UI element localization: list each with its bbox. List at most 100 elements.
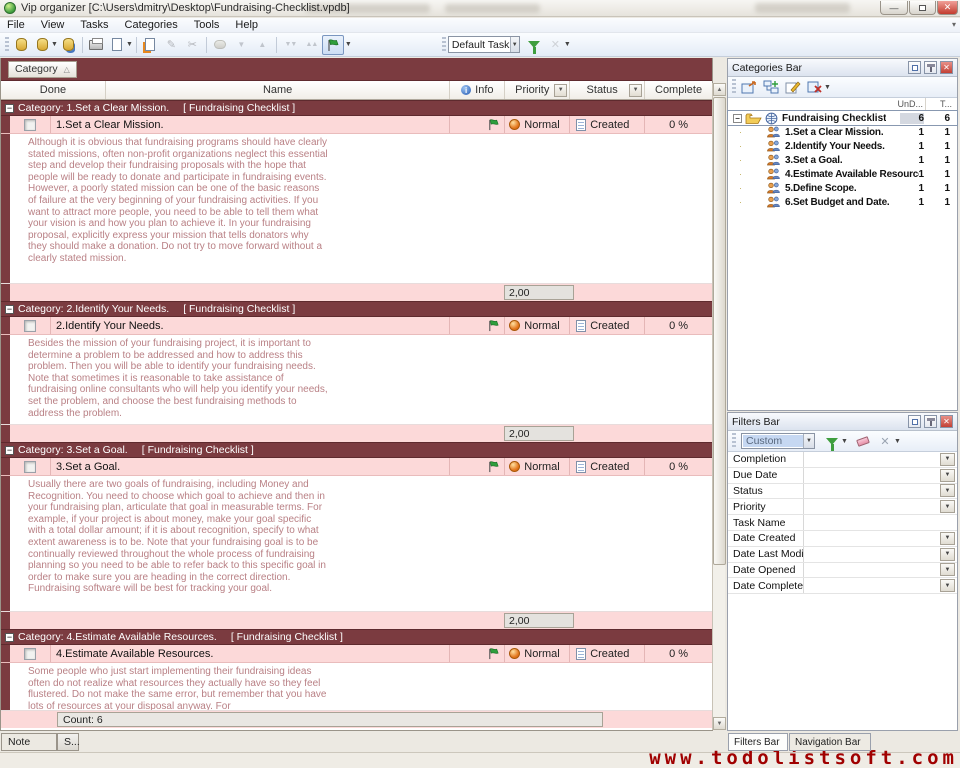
new-database-button[interactable] <box>32 35 53 55</box>
tab-navigation-bar[interactable]: Navigation Bar <box>789 733 871 751</box>
save-database-button[interactable] <box>58 35 79 55</box>
delete-task-button[interactable]: ✂ <box>182 35 203 55</box>
task-row[interactable]: 3.Set a Goal. Normal Created 0 % <box>1 458 712 476</box>
remove-filter-button[interactable]: ✕ <box>874 432 896 450</box>
tree-connector <box>740 132 766 133</box>
collapse-icon[interactable]: − <box>5 633 14 642</box>
print-preview-button[interactable] <box>107 35 128 55</box>
minimize-button[interactable]: — <box>880 1 908 15</box>
tree-item-row[interactable]: 2.Identify Your Needs. 1 1 <box>728 139 957 153</box>
menubar-overflow-icon[interactable]: ▾ <box>952 20 956 29</box>
clear-filter-button[interactable] <box>852 432 874 450</box>
undone-column-header[interactable]: UnD... <box>728 98 926 110</box>
task-checkbox[interactable] <box>24 119 36 131</box>
status-filter-dropdown[interactable]: ▼ <box>629 84 642 97</box>
scroll-down-icon[interactable]: ▼ <box>713 717 726 730</box>
menu-tasks[interactable]: Tasks <box>80 19 108 31</box>
collapse-icon[interactable]: − <box>5 446 14 455</box>
filter-dropdown-button[interactable]: ▼ <box>940 484 955 497</box>
close-button[interactable]: ✕ <box>937 1 958 15</box>
move-down-button[interactable]: ▼ <box>231 35 252 55</box>
filter-dropdown-button[interactable]: ▼ <box>940 548 955 561</box>
menu-categories[interactable]: Categories <box>125 19 178 31</box>
apply-filter-button[interactable] <box>821 432 843 450</box>
scrollbar-thumb[interactable] <box>713 97 726 565</box>
tree-item-row[interactable]: 6.Set Budget and Date. 1 1 <box>728 195 957 209</box>
tree-item-row[interactable]: 3.Set a Goal. 1 1 <box>728 153 957 167</box>
filter-dropdown-button[interactable]: ▼ <box>940 500 955 513</box>
scroll-up-icon[interactable]: ▲ <box>713 83 726 96</box>
menu-tools[interactable]: Tools <box>194 19 220 31</box>
task-checkbox[interactable] <box>24 648 36 660</box>
task-view-flag-button[interactable] <box>322 35 344 55</box>
filter-dropdown-button[interactable]: ▼ <box>940 469 955 482</box>
move-up-button[interactable]: ▲ <box>252 35 273 55</box>
task-view-combobox[interactable]: Default Task V ▼ <box>448 36 520 53</box>
menu-file[interactable]: File <box>7 19 25 31</box>
flag-dropdown-icon[interactable]: ▼ <box>345 41 352 48</box>
category-group-header[interactable]: − Category: 3.Set a Goal. [ Fundraising … <box>1 442 712 458</box>
complete-task-button[interactable] <box>210 35 231 55</box>
category-group-header[interactable]: − Category: 4.Estimate Available Resourc… <box>1 629 712 645</box>
tree-item-row[interactable]: 4.Estimate Available Resource 1 1 <box>728 167 957 181</box>
edit-category-button[interactable] <box>782 78 804 96</box>
filter-dropdown-button[interactable]: ▼ <box>940 453 955 466</box>
column-header-name[interactable]: Name <box>106 81 451 99</box>
column-header-priority[interactable]: Priority▼ <box>505 81 570 99</box>
group-by-category-button[interactable]: Category △ <box>8 61 77 78</box>
column-header-done[interactable]: Done <box>1 81 106 99</box>
clear-view-button[interactable]: ✕ <box>545 35 566 55</box>
panel-restore-button[interactable] <box>908 415 921 428</box>
tab-filters-bar[interactable]: Filters Bar <box>728 733 788 751</box>
add-category-button[interactable] <box>738 78 760 96</box>
panel-close-button[interactable]: ✕ <box>940 415 953 428</box>
add-subcategory-button[interactable] <box>760 78 782 96</box>
priority-filter-dropdown[interactable]: ▼ <box>554 84 567 97</box>
task-checkbox[interactable] <box>24 461 36 473</box>
panel-pin-button[interactable] <box>924 61 937 74</box>
filter-dropdown-button[interactable]: ▼ <box>940 532 955 545</box>
panel-pin-button[interactable] <box>924 415 937 428</box>
task-row[interactable]: 1.Set a Clear Mission. Normal Created 0 … <box>1 116 712 134</box>
tree-item-row[interactable]: 5.Define Scope. 1 1 <box>728 181 957 195</box>
tab-note[interactable]: Note <box>1 733 57 751</box>
column-header-info[interactable]: iInfo <box>450 81 505 99</box>
filter-field-label: Date Opened <box>728 563 804 578</box>
task-checkbox[interactable] <box>24 320 36 332</box>
panel-restore-button[interactable] <box>908 61 921 74</box>
collapse-icon[interactable]: − <box>5 104 14 113</box>
panel-close-button[interactable]: ✕ <box>940 61 953 74</box>
collapse-icon[interactable]: − <box>5 305 14 314</box>
edit-task-button[interactable]: ✎ <box>161 35 182 55</box>
combo-dropdown-icon[interactable]: ▼ <box>510 37 519 52</box>
filter-dropdown-button[interactable]: ▼ <box>940 579 955 592</box>
filters-toolbar-overflow-icon[interactable]: ▼ <box>894 438 901 445</box>
print-button[interactable] <box>86 35 107 55</box>
column-header-status[interactable]: Status▼ <box>570 81 645 99</box>
menu-view[interactable]: View <box>41 19 65 31</box>
menu-help[interactable]: Help <box>235 19 258 31</box>
tab-spreadsheet[interactable]: S... <box>57 733 79 751</box>
column-header-complete[interactable]: Complete <box>645 81 712 99</box>
tree-root-row[interactable]: − Fundraising Checklist 6 6 <box>728 111 957 125</box>
task-row[interactable]: 4.Estimate Available Resources. Normal C… <box>1 645 712 663</box>
filter-dropdown-button[interactable]: ▼ <box>940 563 955 576</box>
combo-dropdown-icon[interactable]: ▼ <box>803 434 814 448</box>
restore-button[interactable] <box>909 1 936 15</box>
filter-preset-combobox[interactable]: Custom ▼ <box>741 433 815 449</box>
move-top-button[interactable]: ▲▲ <box>301 35 322 55</box>
grid-vertical-scrollbar[interactable]: ▲ ▼ <box>712 83 725 730</box>
task-row[interactable]: 2.Identify Your Needs. Normal Created 0 … <box>1 317 712 335</box>
move-bottom-button[interactable]: ▼▼ <box>280 35 301 55</box>
open-database-button[interactable] <box>11 35 32 55</box>
tree-collapse-icon[interactable]: − <box>733 114 742 123</box>
delete-category-button[interactable] <box>804 78 826 96</box>
total-column-header[interactable]: T... <box>926 98 954 110</box>
new-task-button[interactable] <box>140 35 161 55</box>
categories-toolbar-overflow-icon[interactable]: ▼ <box>824 84 831 91</box>
apply-view-button[interactable] <box>524 35 545 55</box>
tree-item-row[interactable]: 1.Set a Clear Mission. 1 1 <box>728 125 957 139</box>
category-group-header[interactable]: − Category: 1.Set a Clear Mission. [ Fun… <box>1 100 712 116</box>
filter-dropdown-icon[interactable]: ▼ <box>841 438 848 445</box>
category-group-header[interactable]: − Category: 2.Identify Your Needs. [ Fun… <box>1 301 712 317</box>
